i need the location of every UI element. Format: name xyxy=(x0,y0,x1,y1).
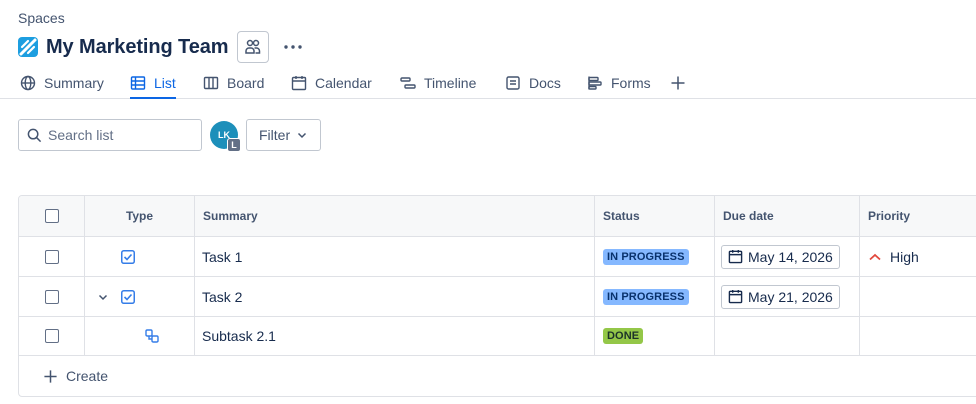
type-cell xyxy=(85,237,195,276)
table-row[interactable]: Task 2 IN PROGRESS May 21, 2026 xyxy=(19,277,976,317)
add-tab-button[interactable] xyxy=(670,70,686,98)
create-label: Create xyxy=(66,368,109,384)
calendar-icon xyxy=(728,289,743,304)
tab-label: Calendar xyxy=(315,75,372,91)
row-checkbox[interactable] xyxy=(44,289,59,304)
more-icon xyxy=(284,45,303,49)
calendar-icon xyxy=(728,249,743,264)
chevron-down-icon xyxy=(298,132,307,139)
tab-label: Docs xyxy=(529,75,561,91)
search-icon xyxy=(27,128,42,142)
status-cell: DONE xyxy=(595,317,715,355)
due-date-pill[interactable]: May 14, 2026 xyxy=(721,244,840,269)
table-row[interactable]: Task 1 IN PROGRESS May 14, 2026 High xyxy=(19,237,976,277)
chevron-down-icon[interactable] xyxy=(97,291,109,303)
timeline-icon xyxy=(400,77,416,89)
subtask-icon xyxy=(145,329,159,343)
priority-cell[interactable] xyxy=(860,277,976,316)
header-select-cell xyxy=(19,196,85,236)
tab-label: Summary xyxy=(44,75,104,91)
issues-table: Type Summary Status Due date Priority Ta… xyxy=(18,195,976,397)
table-row[interactable]: Subtask 2.1 DONE xyxy=(19,317,976,356)
status-lozenge[interactable]: DONE xyxy=(603,328,644,344)
globe-icon xyxy=(20,75,36,91)
row-select-cell xyxy=(19,317,85,355)
column-header-due-date[interactable]: Due date xyxy=(715,196,860,236)
select-all-checkbox[interactable] xyxy=(44,209,59,223)
more-actions-button[interactable] xyxy=(279,33,307,61)
create-button[interactable]: Create xyxy=(19,356,976,396)
summary-cell[interactable]: Task 2 xyxy=(195,277,595,316)
type-cell xyxy=(85,317,195,355)
page-title: My Marketing Team xyxy=(46,35,229,58)
list-toolbar: LK L Filter xyxy=(18,119,322,152)
column-header-status[interactable]: Status xyxy=(595,196,715,236)
priority-cell[interactable]: High xyxy=(860,237,976,276)
due-date-cell: May 21, 2026 xyxy=(715,277,860,316)
search-input[interactable] xyxy=(48,127,188,143)
row-checkbox[interactable] xyxy=(44,329,59,343)
task-icon xyxy=(121,289,135,304)
column-header-summary[interactable]: Summary xyxy=(195,196,595,236)
row-checkbox[interactable] xyxy=(44,249,59,264)
tab-label: Timeline xyxy=(424,75,477,91)
task-icon xyxy=(121,249,135,264)
status-lozenge[interactable]: IN PROGRESS xyxy=(603,288,689,305)
row-select-cell xyxy=(19,277,85,316)
view-tabs: Summary List Board Calendar Timeline Doc… xyxy=(0,70,976,99)
breadcrumb[interactable]: Spaces xyxy=(18,10,65,26)
tab-label: Forms xyxy=(611,75,651,91)
tab-board[interactable]: Board xyxy=(203,70,264,98)
people-icon xyxy=(245,39,261,54)
priority-cell[interactable] xyxy=(860,317,976,355)
status-cell: IN PROGRESS xyxy=(595,237,715,276)
team-members-button[interactable] xyxy=(237,31,270,63)
due-date-pill[interactable]: May 21, 2026 xyxy=(721,284,840,309)
docs-icon xyxy=(506,76,520,90)
filter-button[interactable]: Filter xyxy=(246,119,322,151)
page-header: My Marketing Team xyxy=(18,31,307,63)
column-header-type[interactable]: Type xyxy=(85,196,195,236)
tab-label: List xyxy=(154,75,176,91)
due-date-label: May 14, 2026 xyxy=(748,248,833,265)
filter-label: Filter xyxy=(259,127,291,143)
summary-cell[interactable]: Task 1 xyxy=(195,237,595,276)
space-logo-icon xyxy=(18,37,38,57)
avatar[interactable]: LK L xyxy=(210,121,241,152)
plus-icon xyxy=(671,76,685,90)
status-cell: IN PROGRESS xyxy=(595,277,715,316)
type-cell xyxy=(85,277,195,316)
row-select-cell xyxy=(19,237,85,276)
forms-icon xyxy=(588,76,602,90)
column-header-priority[interactable]: Priority xyxy=(860,196,976,236)
summary-cell[interactable]: Subtask 2.1 xyxy=(195,317,595,355)
status-lozenge[interactable]: IN PROGRESS xyxy=(603,248,689,265)
avatar-badge: L xyxy=(227,138,241,152)
due-date-cell[interactable] xyxy=(715,317,860,355)
search-box xyxy=(18,119,202,151)
tab-calendar[interactable]: Calendar xyxy=(291,70,372,98)
tab-forms[interactable]: Forms xyxy=(587,70,651,98)
due-date-label: May 21, 2026 xyxy=(748,288,833,305)
tab-timeline[interactable]: Timeline xyxy=(400,70,476,98)
tab-label: Board xyxy=(227,75,265,91)
priority-high-icon xyxy=(869,253,881,260)
calendar-icon xyxy=(291,76,307,91)
list-icon xyxy=(130,76,146,90)
tab-summary[interactable]: Summary xyxy=(20,70,104,98)
board-icon xyxy=(203,76,219,90)
tab-list[interactable]: List xyxy=(130,70,176,99)
table-header-row: Type Summary Status Due date Priority xyxy=(19,196,976,237)
priority-label: High xyxy=(890,248,919,265)
tab-docs[interactable]: Docs xyxy=(505,70,561,98)
plus-icon xyxy=(44,369,57,383)
due-date-cell: May 14, 2026 xyxy=(715,237,860,276)
